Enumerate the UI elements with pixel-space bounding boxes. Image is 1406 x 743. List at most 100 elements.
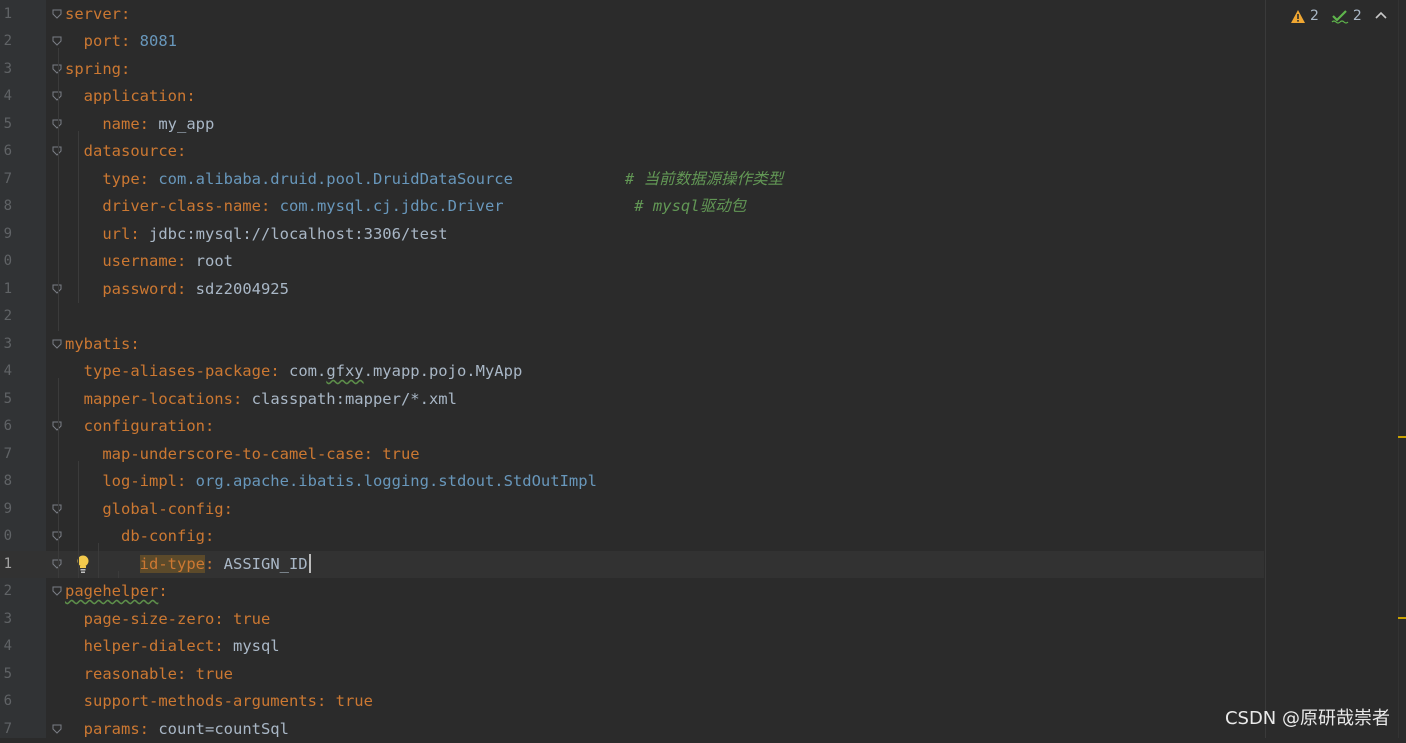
code-token: org.apache.ibatis.logging.stdout.StdOutI… [196, 472, 597, 490]
code-token: # mysql驱动包 [504, 197, 746, 215]
fold-marker-icon[interactable] [52, 586, 62, 596]
code-token: count=countSql [158, 720, 289, 738]
code-token: : [140, 170, 159, 188]
code-token: : [224, 500, 233, 518]
fold-marker-icon[interactable] [52, 146, 62, 156]
fold-marker-icon[interactable] [52, 531, 62, 541]
code-text: spring: [65, 56, 130, 84]
code-token: com. [289, 362, 326, 380]
warning-triangle-icon [1290, 9, 1306, 24]
indent-guide [118, 571, 119, 579]
code-line[interactable]: 7 map-underscore-to-camel-case: true [0, 441, 1264, 469]
fold-marker-icon[interactable] [52, 9, 62, 19]
code-token: : [205, 555, 224, 573]
line-number: 4 [0, 633, 12, 661]
code-line[interactable]: 4 helper-dialect: mysql [0, 633, 1264, 661]
code-text: datasource: [65, 138, 186, 166]
code-token: sdz2004925 [196, 280, 289, 298]
code-token: : [130, 225, 149, 243]
line-number: 1 [0, 551, 12, 579]
code-token: gfxy [326, 362, 363, 380]
indent-guide [78, 131, 79, 304]
line-number: 2 [0, 578, 12, 606]
code-line[interactable]: 1 password: sdz2004925 [0, 276, 1264, 304]
code-line[interactable]: 0 username: root [0, 248, 1264, 276]
code-line[interactable]: 8 driver-class-name: com.mysql.cj.jdbc.D… [0, 193, 1264, 221]
code-text: type-aliases-package: com.gfxy.myapp.poj… [65, 358, 522, 386]
code-token: : [177, 252, 196, 270]
fold-marker-icon[interactable] [52, 36, 62, 46]
code-line[interactable]: 6 support-methods-arguments: true [0, 688, 1264, 716]
code-token: : [214, 637, 233, 655]
code-token: : [177, 472, 196, 490]
line-number: 6 [0, 413, 12, 441]
code-token: : [158, 582, 167, 600]
code-line[interactable]: 9 url: jdbc:mysql://localhost:3306/test [0, 221, 1264, 249]
code-line[interactable]: 8 log-impl: org.apache.ibatis.logging.st… [0, 468, 1264, 496]
code-text: helper-dialect: mysql [65, 633, 280, 661]
inspection-widget[interactable]: 2 2 [1290, 6, 1388, 26]
code-token: application [65, 87, 186, 105]
code-text: configuration: [65, 413, 214, 441]
warning-marker[interactable] [1398, 436, 1406, 438]
code-text: mapper-locations: classpath:mapper/*.xml [65, 386, 457, 414]
right-margin-guide [1265, 0, 1266, 738]
chevron-up-icon[interactable] [1374, 9, 1388, 23]
code-token: ASSIGN_ID [224, 555, 308, 573]
code-line[interactable]: 6 configuration: [0, 413, 1264, 441]
line-number: 5 [0, 386, 12, 414]
code-token: com.alibaba.druid.pool.DruidDataSource [158, 170, 513, 188]
line-number: 2 [0, 303, 12, 331]
code-token: root [196, 252, 233, 270]
code-line[interactable]: 2 port: 8081 [0, 28, 1264, 56]
line-number: 1 [0, 1, 12, 29]
code-line[interactable]: 3 page-size-zero: true [0, 606, 1264, 634]
code-line[interactable]: 1 id-type: ASSIGN_ID [0, 551, 1264, 579]
code-token: log-impl [65, 472, 177, 490]
line-number: 4 [0, 83, 12, 111]
error-stripe[interactable] [1398, 0, 1406, 738]
code-line[interactable]: 1server: [0, 1, 1264, 29]
code-line[interactable]: 2pagehelper: [0, 578, 1264, 606]
code-token: # 当前数据源操作类型 [513, 170, 783, 188]
code-line[interactable]: 4 type-aliases-package: com.gfxy.myapp.p… [0, 358, 1264, 386]
fold-marker-icon[interactable] [52, 724, 62, 734]
code-text: global-config: [65, 496, 233, 524]
code-line[interactable]: 5 name: my_app [0, 111, 1264, 139]
code-token: : [177, 142, 186, 160]
line-number: 7 [0, 166, 12, 194]
code-line[interactable]: 4 application: [0, 83, 1264, 111]
code-line[interactable]: 7 params: count=countSql [0, 716, 1264, 743]
code-line[interactable]: 5 reasonable: true [0, 661, 1264, 689]
fold-marker-icon[interactable] [52, 421, 62, 431]
code-line[interactable]: 9 global-config: [0, 496, 1264, 524]
line-number: 3 [0, 56, 12, 84]
fold-marker-icon[interactable] [52, 504, 62, 514]
code-token: : [270, 362, 289, 380]
fold-marker-icon[interactable] [52, 339, 62, 349]
line-number: 7 [0, 441, 12, 469]
code-line[interactable]: 6 datasource: [0, 138, 1264, 166]
warning-marker[interactable] [1398, 617, 1406, 619]
line-number: 6 [0, 138, 12, 166]
code-token: port [65, 32, 121, 50]
fold-marker-icon[interactable] [52, 284, 62, 294]
code-token: .myapp.pojo.MyApp [364, 362, 523, 380]
fold-marker-icon[interactable] [52, 559, 62, 569]
code-token [65, 555, 140, 573]
fold-marker-icon[interactable] [52, 119, 62, 129]
code-text: username: root [65, 248, 233, 276]
code-line[interactable]: 3 spring: [0, 56, 1264, 84]
code-text: params: count=countSql [65, 716, 289, 743]
fold-marker-icon[interactable] [52, 64, 62, 74]
line-number: 5 [0, 111, 12, 139]
code-line[interactable]: 7 type: com.alibaba.druid.pool.DruidData… [0, 166, 1264, 194]
code-line[interactable]: 5 mapper-locations: classpath:mapper/*.x… [0, 386, 1264, 414]
code-token: id-type [140, 555, 205, 573]
code-line[interactable]: 2 [0, 303, 1264, 331]
code-editor[interactable]: 1server:2 port: 80813spring:4 applicatio… [0, 0, 1406, 738]
code-line[interactable]: 3mybatis: [0, 331, 1264, 359]
code-token: type-aliases-package [65, 362, 270, 380]
code-line[interactable]: 0 db-config: [0, 523, 1264, 551]
fold-marker-icon[interactable] [52, 91, 62, 101]
